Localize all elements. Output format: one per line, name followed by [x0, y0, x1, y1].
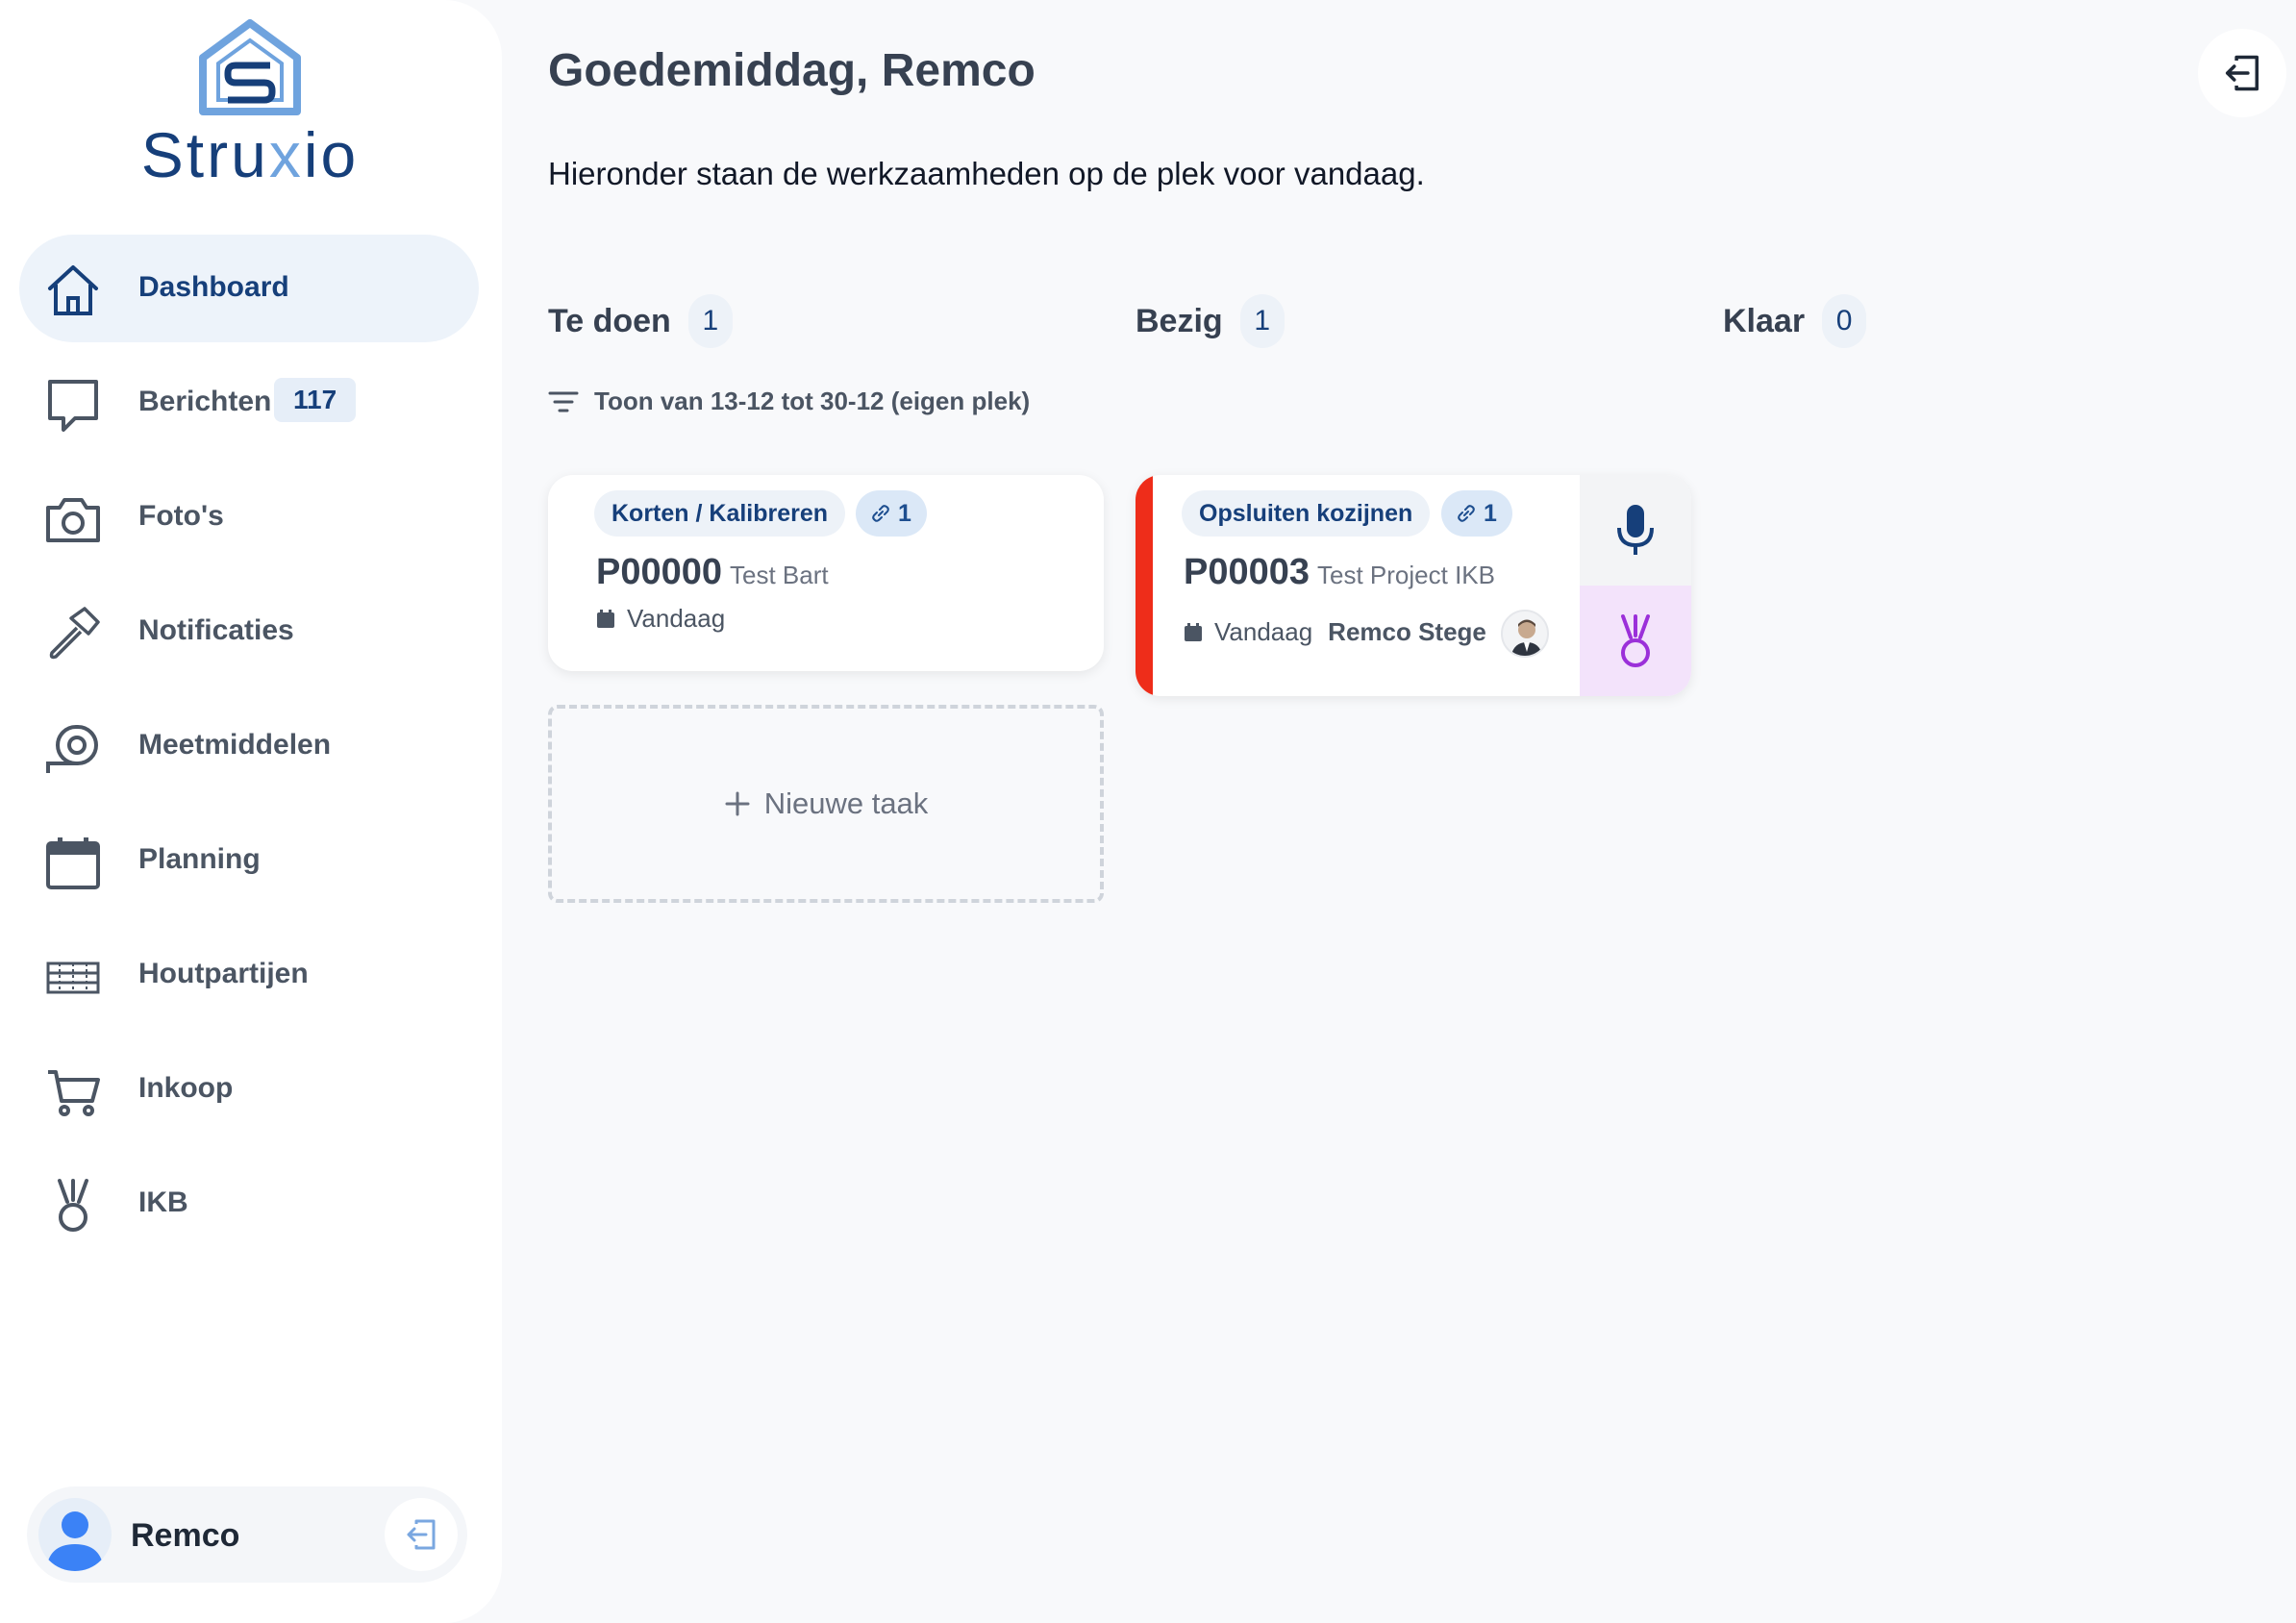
medal-icon [44, 1177, 102, 1235]
sidebar-item-label: Notificaties [138, 614, 294, 646]
task-type-tag: Korten / Kalibreren [594, 490, 846, 537]
plus-icon [725, 791, 750, 816]
sidebar-item-label: Berichten [138, 386, 272, 417]
sidebar-item-label: Dashboard [138, 271, 289, 303]
sidebar-item-label: Foto's [138, 500, 224, 532]
task-date: Vandaag [627, 604, 726, 633]
logout-icon [2225, 55, 2259, 91]
assignee-name: Remco Stege [1328, 617, 1486, 646]
task-meta: Vandaag Remco Stege [1184, 617, 1486, 647]
top-logout-button[interactable] [2198, 29, 2286, 117]
sidebar-item-meetmiddelen[interactable]: Meetmiddelen [19, 692, 479, 800]
sidebar: Struxio Dashboard Berichten 117 Foto's N… [0, 0, 502, 1623]
date-filter[interactable]: Toon van 13-12 tot 30-12 (eigen plek) [548, 387, 1030, 416]
logout-button[interactable] [385, 1498, 458, 1571]
user-profile-card[interactable]: Remco [27, 1486, 467, 1583]
microphone-icon [1617, 504, 1654, 555]
sidebar-item-label: Meetmiddelen [138, 729, 332, 761]
linked-items-badge[interactable]: 1 [1441, 490, 1512, 537]
avatar [38, 1498, 112, 1571]
column-title: Klaar [1723, 302, 1806, 339]
calendar-icon [597, 609, 614, 628]
column-header-bezig: Bezig 1 [1136, 294, 1285, 348]
task-card[interactable]: Korten / Kalibreren 1 P00000 Test Bart V… [548, 475, 1104, 671]
sidebar-item-houtpartijen[interactable]: Houtpartijen [19, 921, 479, 1029]
user-name: Remco [131, 1517, 240, 1554]
linked-items-badge[interactable]: 1 [856, 490, 927, 537]
logout-icon [407, 1519, 436, 1550]
project-name: Test Bart [730, 561, 829, 589]
task-type-tag: Opsluiten kozijnen [1182, 490, 1431, 537]
sidebar-item-planning[interactable]: Planning [19, 807, 479, 914]
sidebar-item-label: Planning [138, 843, 261, 875]
column-title: Bezig [1136, 302, 1223, 339]
project-name: Test Project IKB [1317, 561, 1495, 589]
cart-icon [44, 1062, 102, 1120]
new-task-button[interactable]: Nieuwe taak [548, 705, 1104, 903]
sidebar-item-inkoop[interactable]: Inkoop [19, 1036, 479, 1143]
app-name: Struxio [140, 119, 360, 190]
page-subtitle: Hieronder staan de werkzaamheden op de p… [548, 156, 1425, 191]
camera-icon [44, 490, 102, 548]
struxio-logo-mark [199, 19, 301, 115]
link-icon [1458, 505, 1475, 522]
column-header-te-doen: Te doen 1 [548, 294, 733, 348]
calendar-icon [44, 834, 102, 891]
sidebar-item-notificaties[interactable]: Notificaties [19, 578, 479, 686]
sidebar-nav: Dashboard Berichten 117 Foto's Notificat… [19, 235, 479, 1264]
assignee-avatar [1501, 610, 1549, 658]
struxio-logo[interactable]: Struxio [125, 19, 375, 202]
filter-label: Toon van 13-12 tot 30-12 (eigen plek) [594, 387, 1031, 415]
linked-items-count: 1 [898, 500, 911, 527]
voice-note-button[interactable] [1580, 475, 1691, 586]
task-date: Vandaag [1214, 617, 1313, 646]
column-header-klaar: Klaar 0 [1723, 294, 1867, 348]
link-icon [872, 505, 889, 522]
tape-measure-icon [44, 719, 102, 777]
task-meta: Vandaag [596, 604, 725, 634]
sidebar-item-label: Houtpartijen [138, 958, 309, 989]
unread-count-badge: 117 [274, 378, 357, 422]
page-title: Goedemiddag, Remco [548, 45, 1036, 96]
message-icon [44, 376, 102, 434]
sidebar-item-dashboard[interactable]: Dashboard [19, 235, 479, 342]
sidebar-item-label: IKB [138, 1186, 188, 1218]
sidebar-item-ikb[interactable]: IKB [19, 1150, 479, 1258]
linked-items-count: 1 [1484, 500, 1497, 527]
sidebar-item-berichten[interactable]: Berichten 117 [19, 349, 479, 457]
sidebar-item-fotos[interactable]: Foto's [19, 463, 479, 571]
hammer-icon [44, 605, 102, 662]
status-bar [1136, 475, 1153, 696]
column-count-badge: 1 [687, 294, 733, 348]
ikb-button[interactable] [1580, 586, 1691, 696]
column-title: Te doen [548, 302, 671, 339]
task-card[interactable]: Opsluiten kozijnen 1 P00003 Test Project… [1136, 475, 1691, 696]
column-count-badge: 0 [1822, 294, 1867, 348]
new-task-label: Nieuwe taak [763, 787, 929, 820]
column-count-badge: 1 [1239, 294, 1285, 348]
project-line: P00000 Test Bart [596, 552, 829, 593]
filter-icon [548, 391, 579, 412]
project-line: P00003 Test Project IKB [1184, 552, 1495, 593]
project-code: P00003 [1184, 552, 1310, 592]
calendar-icon [1185, 622, 1202, 641]
home-icon [44, 262, 102, 319]
sidebar-item-label: Inkoop [138, 1072, 234, 1104]
project-code: P00000 [596, 552, 723, 592]
wood-stack-icon [44, 948, 102, 1006]
medal-icon [1621, 613, 1650, 667]
